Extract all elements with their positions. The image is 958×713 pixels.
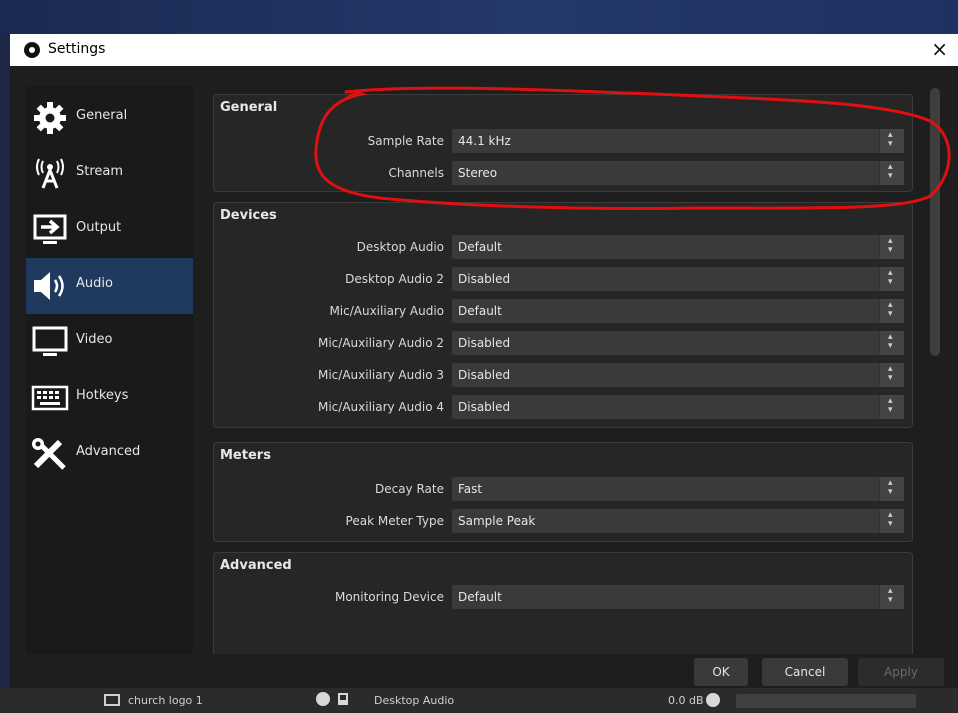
output-icon bbox=[33, 214, 67, 244]
title-bar: Settings × bbox=[10, 34, 958, 66]
background-obs-window: church logo 1 Desktop Audio 0.0 dB bbox=[0, 688, 958, 713]
volume-knob bbox=[706, 693, 720, 707]
visibility-icon bbox=[316, 692, 330, 706]
mic-aux-audio-select[interactable]: Default bbox=[452, 299, 904, 323]
settings-row: Mic/Auxiliary Audio Default bbox=[214, 299, 914, 323]
apply-button[interactable]: Apply bbox=[858, 658, 944, 686]
channels-select[interactable]: Stereo bbox=[452, 161, 904, 185]
spinner-arrows-icon bbox=[879, 585, 904, 609]
spinner-arrows-icon bbox=[879, 509, 904, 533]
sidebar-item-label: Stream bbox=[76, 164, 124, 179]
spinner-arrows-icon bbox=[879, 395, 904, 419]
desktop-audio-select[interactable]: Default bbox=[452, 235, 904, 259]
sidebar-item-audio[interactable]: Audio bbox=[26, 258, 193, 314]
sidebar-item-label: Advanced bbox=[76, 444, 141, 459]
speaker-icon bbox=[34, 272, 64, 300]
mic-aux-audio-4-label: Mic/Auxiliary Audio 4 bbox=[317, 400, 444, 414]
keyboard-icon bbox=[31, 385, 69, 411]
scrollbar-thumb[interactable] bbox=[930, 88, 940, 356]
sidebar-item-label: Audio bbox=[76, 276, 113, 291]
sidebar-item-advanced[interactable]: Advanced bbox=[26, 426, 193, 482]
settings-row: Channels Stereo bbox=[214, 161, 914, 185]
close-button[interactable]: × bbox=[931, 37, 948, 61]
spinner-arrows-icon bbox=[879, 331, 904, 355]
spinner-arrows-icon bbox=[879, 299, 904, 323]
settings-row: Monitoring Device Default bbox=[214, 585, 914, 609]
obs-logo-icon bbox=[24, 42, 40, 58]
desktop-audio-2-label: Desktop Audio 2 bbox=[345, 272, 444, 286]
settings-row: Mic/Auxiliary Audio 4 Disabled bbox=[214, 395, 914, 419]
audio-settings-panel: General Sample Rate 44.1 kHz Channels St… bbox=[210, 86, 920, 654]
mixer-level: 0.0 dB bbox=[668, 694, 704, 707]
spinner-arrows-icon bbox=[879, 363, 904, 387]
group-title: Meters bbox=[220, 448, 271, 463]
mic-aux-audio-3-label: Mic/Auxiliary Audio 3 bbox=[317, 368, 444, 382]
devices-group: Devices Desktop Audio Default Desktop Au… bbox=[213, 202, 913, 428]
mic-aux-audio-2-select[interactable]: Disabled bbox=[452, 331, 904, 355]
volume-slider bbox=[736, 694, 916, 708]
mixer-source-name: Desktop Audio bbox=[374, 694, 455, 707]
settings-dialog: Settings × General Stream Output Audio V… bbox=[10, 34, 958, 688]
mic-aux-audio-2-label: Mic/Auxiliary Audio 2 bbox=[317, 336, 444, 350]
group-title: General bbox=[220, 100, 278, 115]
broadcast-icon bbox=[36, 158, 64, 189]
settings-row: Desktop Audio Default bbox=[214, 235, 914, 259]
sidebar-item-label: General bbox=[76, 108, 128, 123]
ok-button[interactable]: OK bbox=[694, 658, 748, 686]
spinner-arrows-icon bbox=[879, 267, 904, 291]
settings-row: Mic/Auxiliary Audio 3 Disabled bbox=[214, 363, 914, 387]
desktop-audio-label: Desktop Audio bbox=[356, 240, 444, 254]
gear-icon bbox=[34, 102, 66, 134]
window-title: Settings bbox=[48, 41, 106, 57]
advanced-group: Advanced Monitoring Device Default bbox=[213, 552, 913, 654]
sidebar-item-general[interactable]: General bbox=[26, 90, 193, 146]
general-group: General Sample Rate 44.1 kHz Channels St… bbox=[213, 94, 913, 192]
monitoring-device-select[interactable]: Default bbox=[452, 585, 904, 609]
sidebar-item-stream[interactable]: Stream bbox=[26, 146, 193, 202]
spinner-arrows-icon bbox=[879, 235, 904, 259]
sidebar-item-label: Video bbox=[76, 332, 113, 347]
spinner-arrows-icon bbox=[879, 129, 904, 153]
decay-rate-select[interactable]: Fast bbox=[452, 477, 904, 501]
source-name: church logo 1 bbox=[128, 694, 203, 707]
decay-rate-label: Decay Rate bbox=[374, 482, 444, 496]
peak-meter-type-select[interactable]: Sample Peak bbox=[452, 509, 904, 533]
spinner-arrows-icon bbox=[879, 477, 904, 501]
group-title: Advanced bbox=[220, 558, 292, 573]
tools-icon bbox=[32, 438, 66, 470]
spinner-arrows-icon bbox=[879, 161, 904, 185]
sidebar-item-video[interactable]: Video bbox=[26, 314, 193, 370]
sidebar-item-label: Output bbox=[76, 220, 122, 235]
settings-row: Sample Rate 44.1 kHz bbox=[214, 129, 914, 153]
mic-aux-audio-3-select[interactable]: Disabled bbox=[452, 363, 904, 387]
settings-row: Mic/Auxiliary Audio 2 Disabled bbox=[214, 331, 914, 355]
peak-meter-type-label: Peak Meter Type bbox=[345, 514, 444, 528]
cancel-button[interactable]: Cancel bbox=[762, 658, 848, 686]
group-title: Devices bbox=[220, 208, 277, 223]
sample-rate-select[interactable]: 44.1 kHz bbox=[452, 129, 904, 153]
meters-group: Meters Decay Rate Fast Peak Meter Type S… bbox=[213, 442, 913, 542]
desktop-background bbox=[0, 0, 958, 34]
settings-row: Peak Meter Type Sample Peak bbox=[214, 509, 914, 533]
channels-label: Channels bbox=[388, 166, 444, 180]
lock-icon bbox=[338, 693, 348, 705]
sample-rate-label: Sample Rate bbox=[367, 134, 444, 148]
desktop-audio-2-select[interactable]: Disabled bbox=[452, 267, 904, 291]
image-source-icon bbox=[104, 694, 120, 706]
sidebar-item-output[interactable]: Output bbox=[26, 202, 193, 258]
settings-row: Decay Rate Fast bbox=[214, 477, 914, 501]
mic-aux-audio-label: Mic/Auxiliary Audio bbox=[329, 304, 444, 318]
sidebar-item-hotkeys[interactable]: Hotkeys bbox=[26, 370, 193, 426]
monitor-icon bbox=[32, 326, 68, 356]
mic-aux-audio-4-select[interactable]: Disabled bbox=[452, 395, 904, 419]
monitoring-device-label: Monitoring Device bbox=[334, 590, 444, 604]
settings-row: Desktop Audio 2 Disabled bbox=[214, 267, 914, 291]
sidebar-item-label: Hotkeys bbox=[76, 388, 129, 403]
settings-sidebar: General Stream Output Audio Video Hotkey… bbox=[26, 86, 193, 654]
